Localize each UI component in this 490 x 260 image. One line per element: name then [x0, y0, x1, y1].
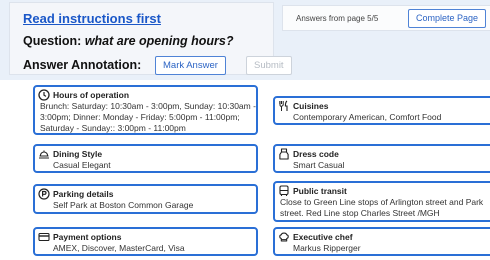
credit-card-icon — [38, 231, 50, 243]
question-prefix: Question: — [23, 34, 82, 48]
card-title: Hours of operation — [53, 90, 130, 100]
card-title: Dress code — [293, 149, 339, 159]
instructions-panel: Read instructions first Question: what a… — [9, 2, 292, 75]
utensils-icon — [278, 100, 290, 112]
card-title: Cuisines — [293, 101, 329, 111]
card-line: Brunch: Saturday: 10:30am - 3:00pm, Sund… — [40, 101, 256, 111]
card-body: Smart Casual — [293, 160, 345, 170]
card-line: street. Red Line stop Charles Street /MG… — [280, 208, 440, 218]
card-title: Parking details — [53, 189, 114, 199]
card-title: Dining Style — [53, 149, 103, 159]
cloche-icon — [38, 148, 50, 160]
mark-answer-button[interactable]: Mark Answer — [155, 56, 226, 75]
card-dining-style[interactable]: Dining Style Casual Elegant — [33, 144, 258, 173]
card-title: Payment options — [53, 232, 122, 242]
parking-icon — [38, 188, 50, 200]
card-body: Close to Green Line stops of Arlington s… — [280, 197, 483, 219]
complete-page-button[interactable]: Complete Page — [408, 9, 487, 28]
card-title: Public transit — [293, 186, 347, 196]
card-body: Casual Elegant — [53, 160, 111, 170]
card-hours-of-operation[interactable]: Hours of operation Brunch: Saturday: 10:… — [33, 85, 258, 135]
card-line: Close to Green Line stops of Arlington s… — [280, 197, 484, 207]
question-text: Question: what are opening hours? — [23, 34, 233, 48]
card-body: Self Park at Boston Common Garage — [53, 200, 194, 210]
clock-icon — [38, 89, 50, 101]
answers-status: Answers from page 5/5 — [296, 14, 379, 23]
question-value: what are opening hours? — [84, 34, 234, 48]
card-dress-code[interactable]: Dress code Smart Casual — [273, 144, 490, 173]
card-line: Saturday - Sunday:: 3:00pm - 11:00pm — [40, 123, 186, 133]
card-body: Brunch: Saturday: 10:30am - 3:00pm, Sund… — [40, 101, 256, 134]
card-body: Contemporary American, Comfort Food — [293, 112, 442, 122]
answers-panel: Answers from page 5/5 Complete Page — [282, 5, 490, 31]
card-body: Markus Ripperger — [293, 243, 361, 253]
card-public-transit[interactable]: Public transit Close to Green Line stops… — [273, 181, 490, 222]
dress-icon — [278, 148, 290, 160]
read-instructions-link[interactable]: Read instructions first — [23, 11, 161, 26]
card-body: AMEX, Discover, MasterCard, Visa — [53, 243, 185, 253]
submit-button[interactable]: Submit — [246, 56, 292, 75]
card-cuisines[interactable]: Cuisines Contemporary American, Comfort … — [273, 96, 490, 125]
bus-icon — [278, 185, 290, 197]
card-payment-options[interactable]: Payment options AMEX, Discover, MasterCa… — [33, 227, 258, 256]
card-executive-chef[interactable]: Executive chef Markus Ripperger — [273, 227, 490, 256]
answer-annotation-label: Answer Annotation: — [23, 58, 142, 72]
card-parking-details[interactable]: Parking details Self Park at Boston Comm… — [33, 184, 258, 214]
card-title: Executive chef — [293, 232, 353, 242]
chef-hat-icon — [278, 231, 290, 243]
card-line: 3:00pm; Dinner: Monday - Friday: 5:00pm … — [40, 112, 240, 122]
